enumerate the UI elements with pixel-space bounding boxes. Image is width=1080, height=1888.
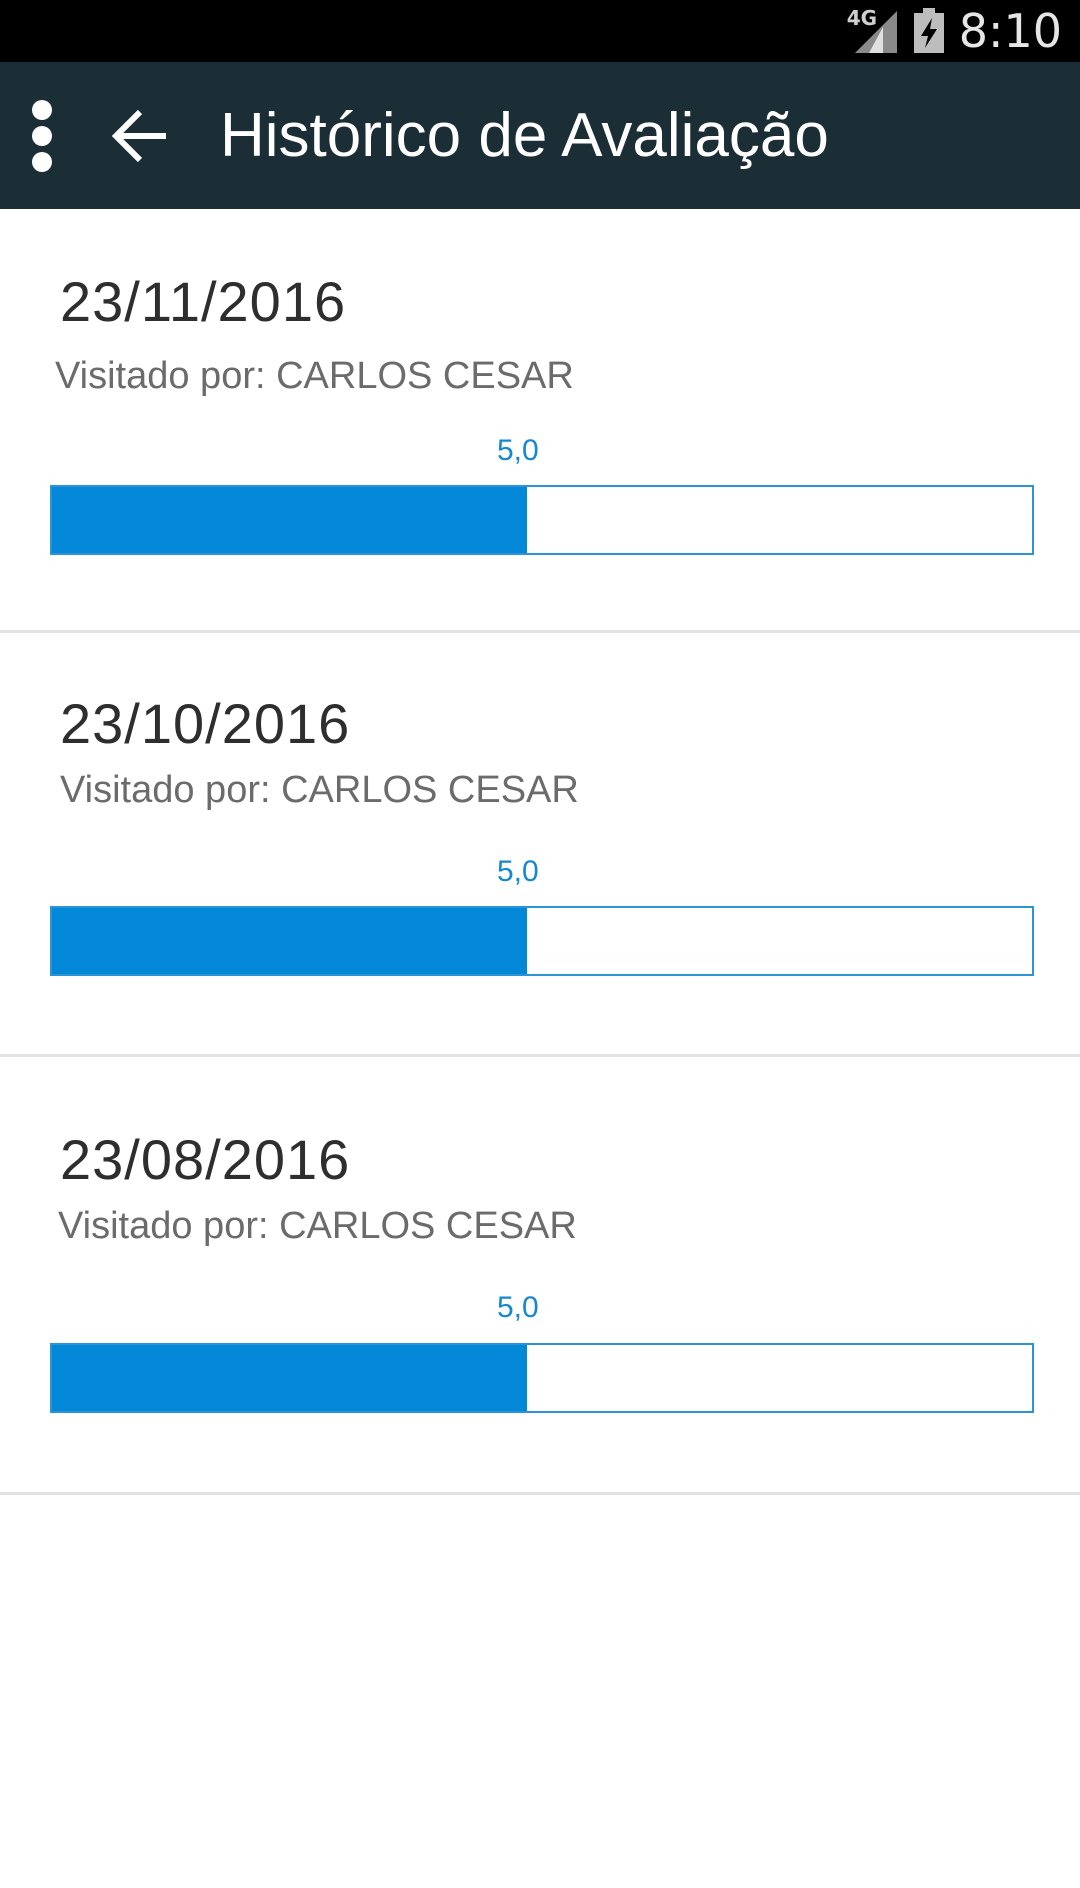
score-progress-fill [52, 1345, 528, 1411]
status-time: 8:10 [958, 4, 1062, 58]
status-bar: 4G 8:10 [0, 0, 1080, 62]
battery-charging-icon [913, 8, 945, 54]
score-label: 5,0 [497, 434, 539, 467]
score-progress-bar [50, 906, 1034, 976]
score-progress-bar [50, 1343, 1034, 1413]
evaluation-date: 23/11/2016 [60, 270, 347, 333]
score-label: 5,0 [497, 1291, 539, 1324]
overflow-menu-icon[interactable] [22, 100, 62, 172]
score-progress-bar [50, 485, 1034, 555]
evaluation-card[interactable]: 23/11/2016 Visitado por: CARLOS CESAR 5,… [0, 209, 1080, 633]
evaluation-date: 23/10/2016 [60, 692, 351, 755]
status-icons: 4G 8:10 [847, 0, 1062, 62]
score-label: 5,0 [497, 855, 539, 888]
evaluation-date: 23/08/2016 [60, 1128, 351, 1191]
evaluation-card[interactable]: 23/08/2016 Visitado por: CARLOS CESAR 5,… [0, 1057, 1080, 1495]
signal-icon: 4G [847, 6, 901, 55]
visited-by-label: Visitado por: CARLOS CESAR [58, 1205, 577, 1247]
visited-by-label: Visitado por: CARLOS CESAR [60, 769, 579, 811]
evaluation-list: 23/11/2016 Visitado por: CARLOS CESAR 5,… [0, 209, 1080, 1495]
evaluation-card[interactable]: 23/10/2016 Visitado por: CARLOS CESAR 5,… [0, 633, 1080, 1057]
app-bar: Histórico de Avaliação [0, 62, 1080, 209]
network-type-label: 4G [846, 6, 878, 30]
back-arrow-icon[interactable] [110, 106, 170, 166]
score-progress-fill [52, 487, 528, 553]
visited-by-label: Visitado por: CARLOS CESAR [55, 355, 574, 397]
score-progress-fill [52, 908, 528, 974]
page-title: Histórico de Avaliação [220, 101, 829, 170]
